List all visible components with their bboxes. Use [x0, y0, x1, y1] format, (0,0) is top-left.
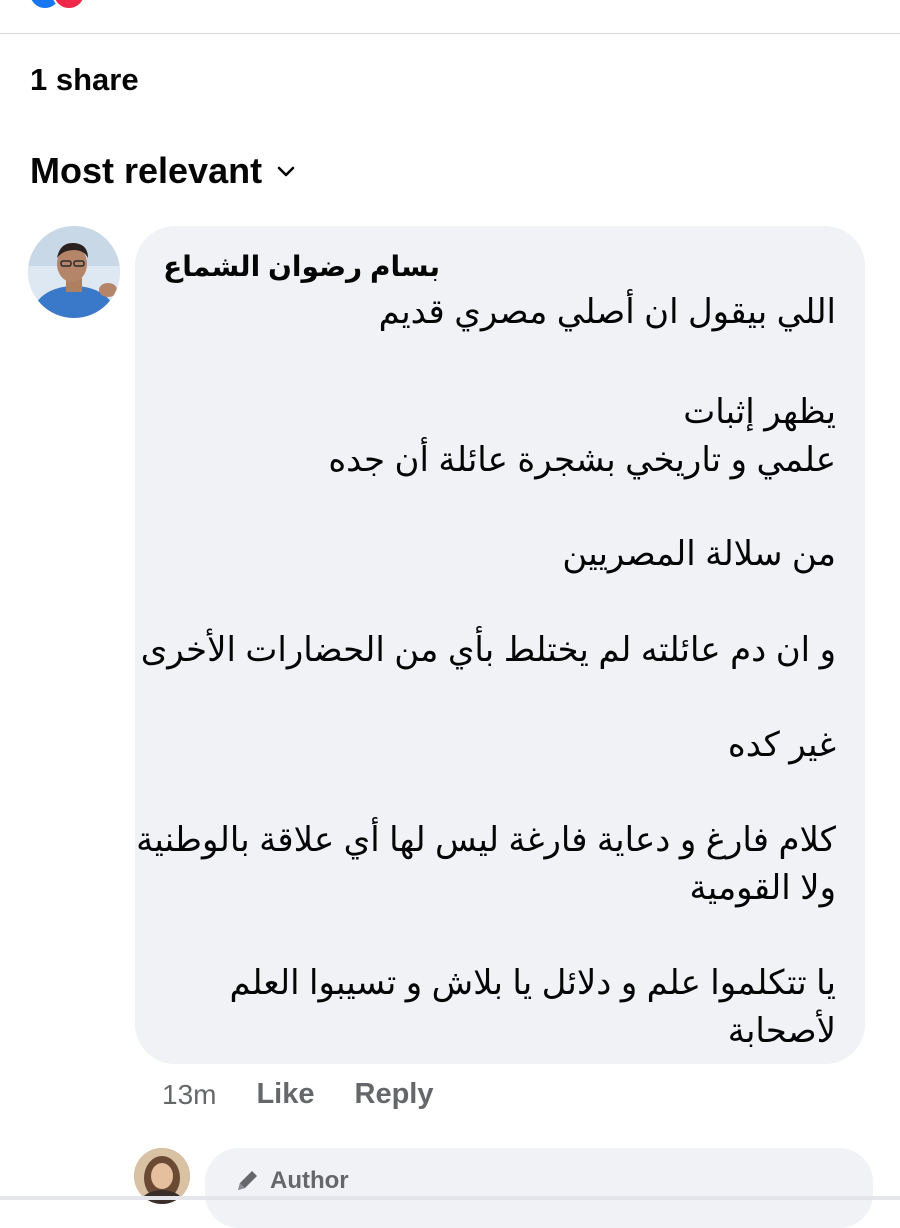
divider	[0, 33, 900, 34]
comment-line: يا تتكلموا علم و دلائل يا بلاش و تسيبوا …	[229, 964, 836, 1002]
comment-line: كلام فارغ و دعاية فارغة ليس لها أي علاقة…	[136, 821, 836, 859]
comment-author-name[interactable]: بسام رضوان الشماع	[163, 250, 440, 283]
author-badge-label: Author	[270, 1167, 349, 1194]
avatar[interactable]	[28, 226, 120, 318]
comment-actions: 13m Like Reply	[162, 1078, 433, 1111]
pencil-icon	[238, 1171, 257, 1190]
comment-line: علمي و تاريخي بشجرة عائلة أن جده	[328, 441, 836, 479]
comment-line: يظهر إثبات	[683, 393, 836, 431]
author-badge: Author	[232, 1166, 349, 1196]
comment-sort-dropdown[interactable]: Most relevant	[30, 150, 298, 192]
comment-line: و ان دم عائلته لم يختلط بأي من الحضارات …	[140, 631, 836, 669]
share-count[interactable]: 1 share	[30, 62, 139, 98]
avatar-photo	[28, 226, 120, 318]
like-button[interactable]: Like	[256, 1078, 314, 1111]
comment-line: ولا القومية	[689, 869, 836, 907]
comment-line: اللي بيقول ان أصلي مصري قديم	[378, 293, 836, 331]
reply-button[interactable]: Reply	[355, 1078, 434, 1111]
chevron-down-icon	[277, 166, 295, 177]
bottom-edge	[0, 1196, 900, 1200]
love-reaction-icon	[52, 0, 86, 10]
comment-line: لأصحابة	[727, 1012, 836, 1050]
comment-line: من سلالة المصريين	[562, 535, 836, 573]
comment-line: غير كده	[727, 726, 836, 764]
comment-timestamp[interactable]: 13m	[162, 1079, 216, 1111]
sort-label: Most relevant	[30, 150, 263, 191]
